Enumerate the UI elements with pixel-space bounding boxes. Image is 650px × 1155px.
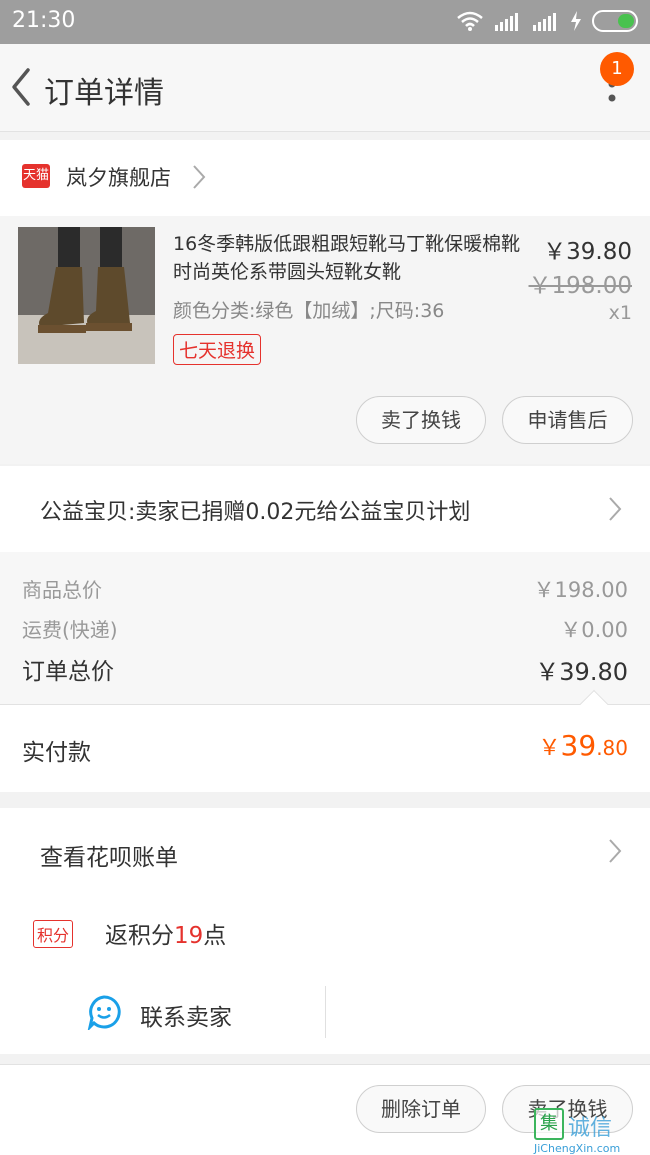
store-name: 岚夕旗舰店	[66, 166, 171, 190]
goods-total-label: 商品总价	[22, 578, 102, 602]
paid-amount: ￥39.80	[539, 729, 628, 762]
product-item[interactable]: 16冬季韩版低跟粗跟短靴马丁靴保暖棉靴时尚英伦系带圆头短靴女靴 颜色分类:绿色【…	[0, 216, 650, 464]
watermark-box: 集	[534, 1108, 564, 1140]
product-spec: 颜色分类:绿色【加绒】;尺码:36	[173, 300, 445, 322]
vertical-divider	[325, 986, 326, 1038]
tmall-logo-icon: 天猫	[22, 164, 50, 188]
chevron-right-icon	[193, 165, 206, 189]
shipping-label: 运费(快递)	[22, 618, 118, 642]
shipping-value: ￥0.00	[560, 618, 628, 642]
extra-actions: 查看花呗账单 积分 返积分19点 联系卖家	[0, 808, 650, 1054]
paid-integer: 39	[560, 729, 597, 762]
watermark-url: JiChengXin.com	[534, 1142, 621, 1155]
paid-row: 实付款 ￥39.80	[0, 704, 650, 792]
paid-decimal: .80	[596, 736, 628, 760]
chevron-right-icon	[609, 497, 622, 521]
shipping-row: 运费(快递) ￥0.00	[22, 614, 628, 644]
chat-smile-icon[interactable]	[86, 994, 122, 1030]
store-row[interactable]: 天猫 岚夕旗舰店	[0, 140, 650, 216]
huabei-bill-link[interactable]: 查看花呗账单	[40, 838, 178, 872]
watermark-brand: 诚信	[568, 1116, 613, 1141]
boot-image	[18, 227, 155, 364]
charging-icon	[571, 11, 581, 31]
order-total-row: 订单总价 ￥39.80	[22, 652, 628, 687]
sell-for-cash-button[interactable]: 卖了换钱	[356, 396, 486, 444]
chevron-right-icon	[609, 839, 622, 863]
price-original: ￥198.00	[528, 273, 632, 299]
watermark-logo: 集 诚信 JiChengXin.com	[534, 1108, 648, 1155]
return-policy-tag: 七天退换	[173, 334, 262, 365]
points-suffix: 点	[203, 923, 227, 949]
delete-order-button[interactable]: 删除订单	[356, 1085, 486, 1133]
notification-badge: 1	[600, 52, 634, 86]
goods-total-row: 商品总价 ￥198.00	[22, 574, 628, 604]
points-tag: 积分	[33, 920, 74, 948]
page-title: 订单详情	[44, 76, 164, 111]
wifi-icon	[457, 11, 483, 31]
paid-label: 实付款	[22, 740, 91, 766]
product-quantity: x1	[608, 302, 632, 324]
product-title[interactable]: 16冬季韩版低跟粗跟短靴马丁靴保暖棉靴时尚英伦系带圆头短靴女靴	[173, 230, 533, 286]
status-bar: 21:30	[0, 0, 650, 44]
signal-icon	[495, 13, 518, 31]
product-thumbnail[interactable]	[18, 227, 155, 364]
app-header: 订单详情 1	[0, 44, 650, 132]
price-summary: 商品总价 ￥198.00 运费(快递) ￥0.00 订单总价 ￥39.80 实付…	[0, 552, 650, 792]
charity-text: 公益宝贝:卖家已捐赠0.02元给公益宝贝计划	[40, 500, 471, 525]
goods-total-value: ￥198.00	[533, 578, 628, 602]
price-current: ￥39.80	[543, 239, 632, 265]
charity-row[interactable]: 公益宝贝:卖家已捐赠0.02元给公益宝贝计划	[0, 466, 650, 552]
after-sale-button[interactable]: 申请售后	[502, 396, 633, 444]
order-total-label: 订单总价	[22, 659, 114, 685]
order-total-value: ￥39.80	[535, 658, 628, 686]
battery-icon	[592, 10, 638, 32]
points-text: 返积分19点	[105, 916, 226, 950]
status-time: 21:30	[12, 8, 76, 33]
signal-icon-2	[533, 13, 556, 31]
points-prefix: 返积分	[105, 923, 174, 949]
back-arrow-icon[interactable]	[6, 64, 42, 110]
contact-seller-button[interactable]: 联系卖家	[140, 998, 232, 1032]
points-number: 19	[174, 923, 204, 949]
paid-symbol: ￥	[538, 736, 561, 761]
status-icons	[456, 10, 638, 32]
